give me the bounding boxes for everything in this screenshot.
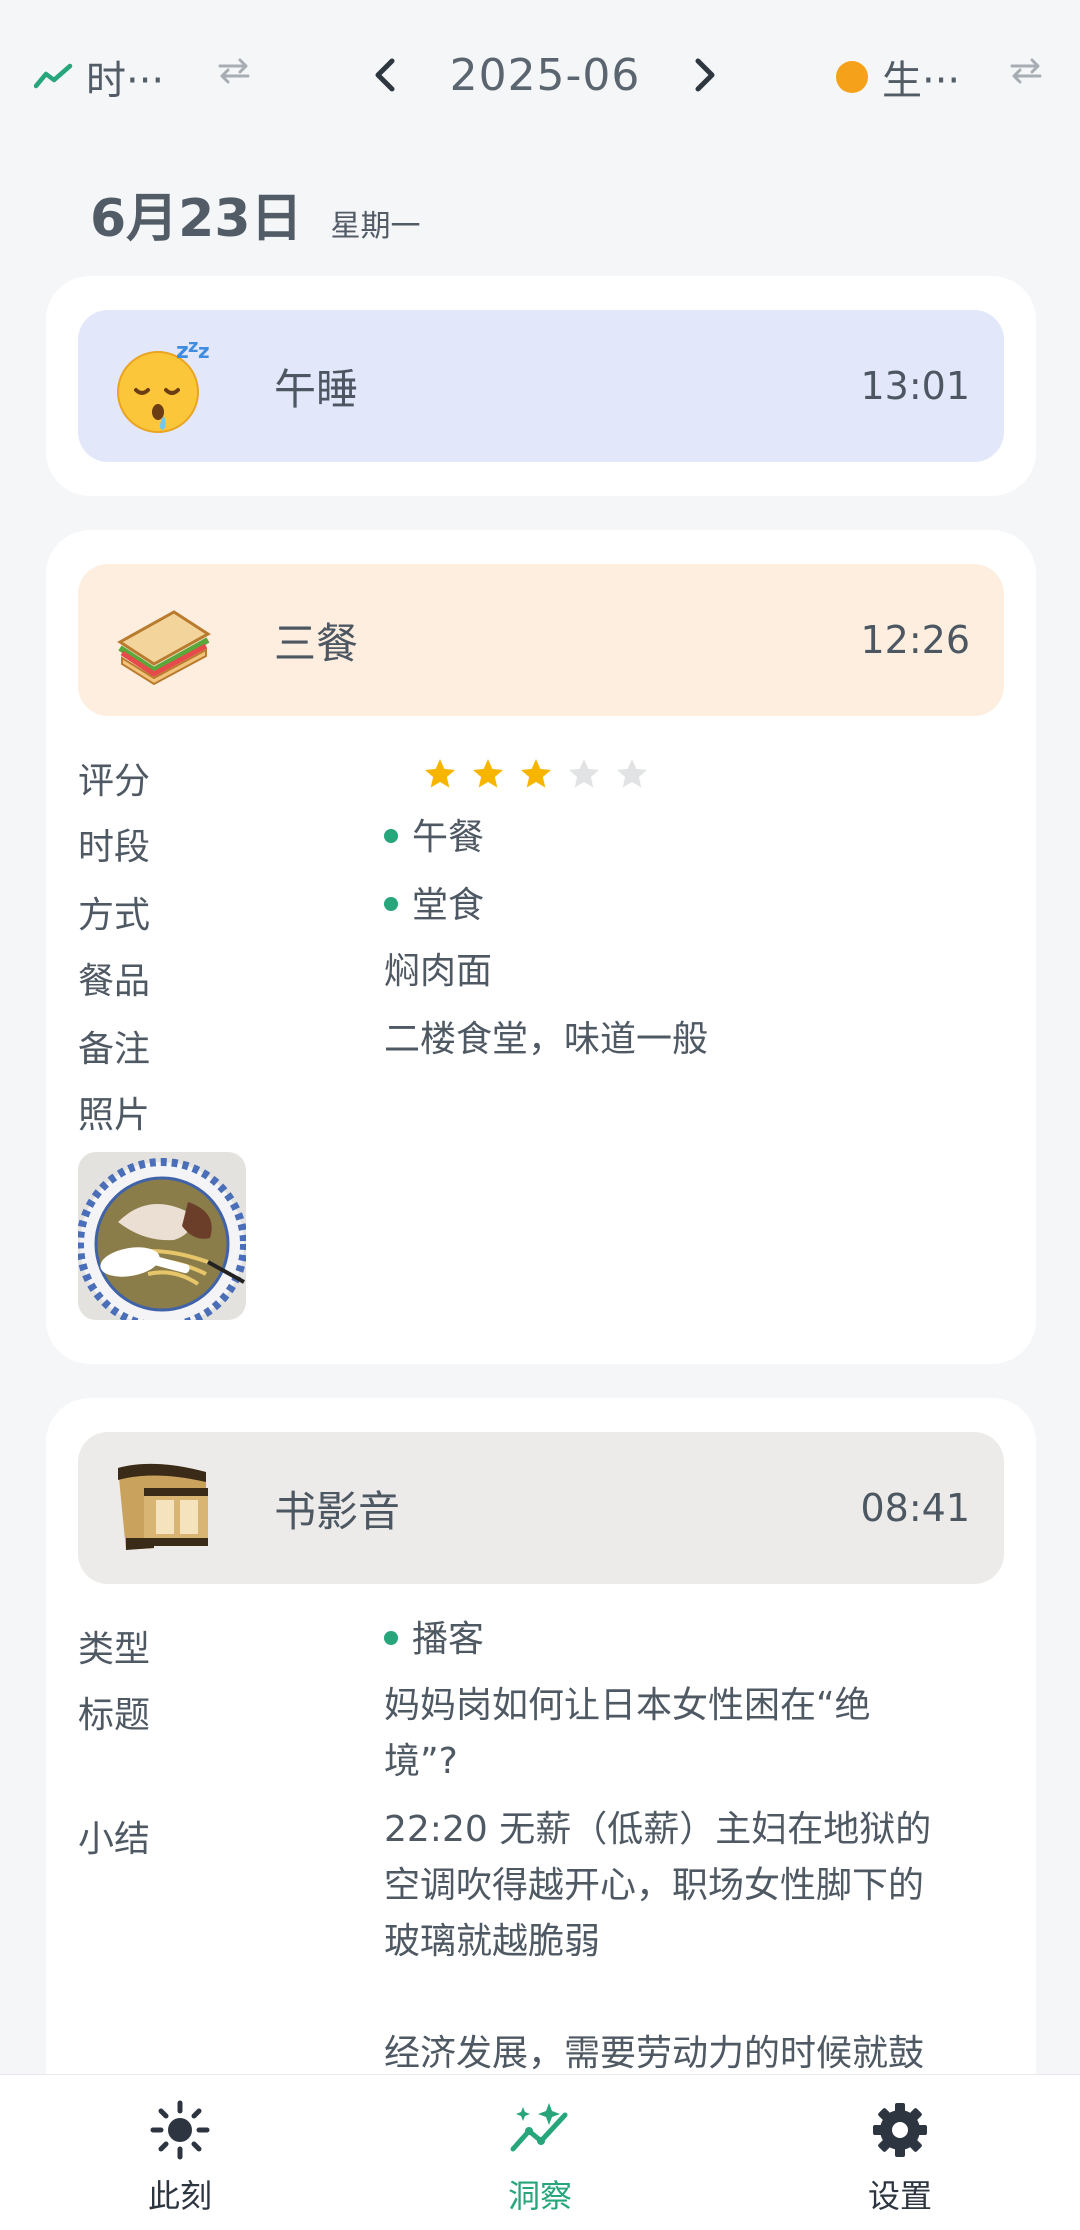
trend-line-icon: [34, 63, 73, 89]
heading-line: 境”?: [384, 1741, 458, 1782]
nap-time: 13:01: [860, 364, 970, 408]
note-label: 备注: [78, 1029, 151, 1070]
meal-time: 12:26: [860, 618, 970, 662]
media-time: 08:41: [860, 1486, 970, 1530]
bottom-nav: 此刻 洞察 设置: [0, 2074, 1080, 2230]
right-metric-label: 生···: [882, 58, 961, 104]
type-label: 类型: [78, 1629, 151, 1670]
summary-label: 小结: [78, 1819, 151, 1860]
dish-row: 餐品 焖肉面: [78, 951, 1004, 1008]
green-dot-icon: [384, 829, 398, 843]
star-empty-icon[interactable]: [566, 756, 602, 792]
rating-row: 评分: [78, 752, 1004, 808]
rating-stars[interactable]: [422, 756, 662, 792]
heading-line: 妈妈岗如何让日本女性困在“绝: [384, 1685, 871, 1726]
star-filled-icon[interactable]: [422, 756, 458, 792]
month-switcher: 2025-06: [370, 40, 720, 110]
nav-item-settings[interactable]: 设置: [800, 2099, 1000, 2217]
orange-dot-icon: [836, 61, 868, 93]
type-value: 播客: [412, 1619, 485, 1660]
green-dot-icon: [384, 1631, 398, 1645]
mode-row: 方式 堂食: [78, 885, 1004, 942]
star-filled-icon[interactable]: [518, 756, 554, 792]
nap-card[interactable]: z z z 午睡 13:01: [46, 276, 1036, 496]
nap-title: 午睡: [274, 364, 359, 414]
media-banner[interactable]: 书影音 08:41: [78, 1432, 1004, 1584]
summary-line: 玻璃就越脆弱: [384, 1921, 601, 1962]
mode-label: 方式: [78, 895, 151, 936]
svg-text:z: z: [176, 339, 189, 364]
nap-banner[interactable]: z z z 午睡 13:01: [78, 310, 1004, 462]
heading-label: 标题: [78, 1695, 151, 1736]
film-strip-icon: [118, 1463, 208, 1550]
star-empty-icon[interactable]: [614, 756, 650, 792]
photo-label: 照片: [78, 1095, 151, 1136]
sleeping-face-icon: z z z: [117, 336, 210, 433]
note-value: 二楼食堂，味道一般: [384, 1019, 709, 1060]
nav-item-insight[interactable]: 洞察: [440, 2099, 640, 2217]
svg-text:z: z: [198, 339, 210, 363]
summary-line: 空调吹得越开心，职场女性脚下的: [384, 1865, 925, 1906]
chevron-left-icon[interactable]: [370, 55, 400, 95]
nav-label: 洞察: [507, 2177, 572, 2215]
star-filled-icon[interactable]: [470, 756, 506, 792]
left-metric-label: 时···: [86, 58, 165, 104]
photo-row: 照片: [78, 1086, 1004, 1142]
left-metric-selector[interactable]: 时···: [34, 48, 164, 106]
sun-icon: [150, 2100, 210, 2160]
heading-value: 妈妈岗如何让日本女性困在“绝 境”?: [384, 1678, 984, 1790]
meal-card[interactable]: 三餐 12:26 评分 时段 午餐 方式 堂食 餐品 焖肉面 备注 二楼食堂，味…: [46, 530, 1036, 1364]
summary-row: 小结 22:20 无薪（低薪）主妇在地狱的 空调吹得越开心，职场女性脚下的 玻璃…: [78, 1809, 1004, 2074]
current-month[interactable]: 2025-06: [450, 50, 641, 101]
heading-row: 标题 妈妈岗如何让日本女性困在“绝 境”?: [78, 1685, 1004, 1806]
meal-banner[interactable]: 三餐 12:26: [78, 564, 1004, 716]
nav-label: 设置: [867, 2177, 932, 2215]
period-row: 时段 午餐: [78, 817, 1004, 874]
swap-arrows-icon[interactable]: [216, 56, 252, 86]
nav-item-now[interactable]: 此刻: [80, 2099, 280, 2217]
dish-label: 餐品: [78, 961, 151, 1002]
gear-icon: [873, 2103, 927, 2157]
right-metric-selector[interactable]: 生···: [836, 48, 960, 106]
rating-label: 评分: [78, 761, 151, 802]
summary-line: 22:20 无薪（低薪）主妇在地狱的: [384, 1809, 932, 1850]
green-dot-icon: [384, 897, 398, 911]
noodle-bowl-image: [78, 1152, 246, 1320]
chevron-right-icon[interactable]: [690, 55, 720, 95]
nav-label: 此刻: [147, 2177, 212, 2215]
trend-sparkle-icon: [510, 2103, 568, 2152]
date-header: 6月23日 星期一: [90, 176, 421, 251]
summary-value: 22:20 无薪（低薪）主妇在地狱的 空调吹得越开心，职场女性脚下的 玻璃就越脆…: [384, 1802, 984, 2082]
dish-value: 焖肉面: [384, 951, 493, 992]
svg-text:z: z: [188, 336, 198, 357]
meal-title: 三餐: [274, 618, 359, 668]
period-label: 时段: [78, 827, 151, 868]
media-title: 书影音: [274, 1486, 401, 1536]
weekday-label: 星期一: [330, 209, 421, 244]
period-value: 午餐: [412, 817, 485, 858]
date-label: 6月23日: [90, 189, 303, 249]
swap-arrows-icon[interactable]: [1008, 56, 1044, 86]
meal-photo-thumbnail[interactable]: [78, 1152, 246, 1320]
type-row: 类型 播客: [78, 1619, 1004, 1676]
note-row: 备注 二楼食堂，味道一般: [78, 1019, 1004, 1076]
top-bar: 时··· 2025-06 生···: [0, 0, 1080, 150]
mode-value: 堂食: [412, 885, 485, 926]
sandwich-icon: [117, 610, 211, 686]
